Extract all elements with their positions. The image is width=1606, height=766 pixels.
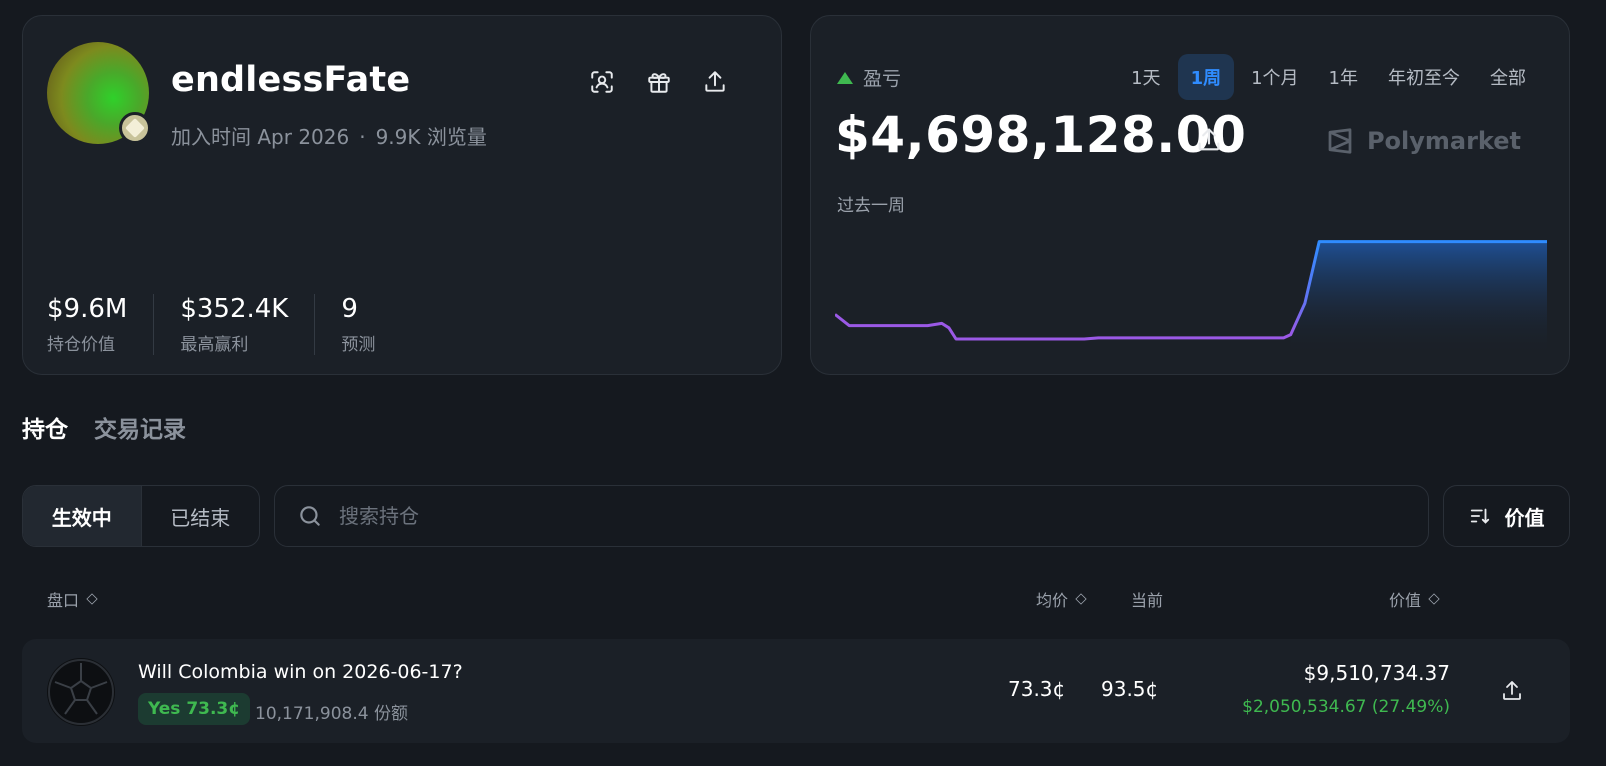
scan-icon[interactable] [586,66,618,98]
stat-value: 9 [341,294,358,324]
outcome-badge: Yes 73.3¢ [138,693,251,725]
profile-stats: $9.6M 持仓价值 $352.4K 最高赢利 9 预测 [47,294,427,355]
sort-chevron-icon [86,593,98,605]
username: endlessFate [171,60,411,100]
view-count: 9.9K 浏览量 [375,125,487,149]
range-all[interactable]: 全部 [1477,54,1539,100]
tab-positions[interactable]: 持仓 [22,410,68,444]
current-price: 93.5¢ [1101,677,1159,701]
range-1w[interactable]: 1周 [1177,54,1235,100]
header-current-label: 当前 [1131,591,1164,610]
pnl-share-icon[interactable] [1195,126,1223,154]
sort-icon [1470,508,1489,524]
profile-meta: 加入时间 Apr 2026 · 9.9K 浏览量 [171,125,487,149]
pnl-label: 盈亏 [837,64,901,91]
brand-name: Polymarket [1366,127,1521,155]
header-avg-label: 均价 [1036,591,1069,610]
sort-chevron-icon [1075,593,1087,605]
pnl-label-text: 盈亏 [863,68,902,90]
stat-label: 最高赢利 [180,335,249,355]
stat-positions-value: $9.6M 持仓价值 [47,294,155,355]
filter-closed-button[interactable]: 已结束 [142,486,260,546]
position-value: $9,510,734.37 [1303,661,1450,685]
sort-chevron-icon [1428,593,1440,605]
range-1y[interactable]: 1年 [1316,54,1371,100]
header-value-label: 价值 [1389,591,1422,610]
joined-date: 加入时间 Apr 2026 [171,125,350,149]
avg-price: 73.3¢ [1008,677,1066,701]
search-icon [300,506,320,526]
range-1m[interactable]: 1个月 [1238,54,1311,100]
position-pnl: $2,050,534.67 (27.49%) [1242,697,1450,717]
header-value[interactable]: 价值 [1389,587,1440,611]
soccer-ball-icon [47,658,115,726]
header-market-label: 盘口 [47,591,80,610]
stat-label: 预测 [341,335,376,355]
stat-predictions: 9 预测 [341,294,401,355]
trend-up-icon [837,71,853,84]
time-range-selector: 1天 1周 1个月 1年 年初至今 全部 [1118,54,1539,100]
verified-badge-icon [119,112,151,144]
pnl-card: 盈亏 1天 1周 1个月 1年 年初至今 全部 $4,698,128.00 Po… [810,15,1570,375]
market-title[interactable]: Will Colombia win on 2026-06-17? [138,661,463,683]
share-count: 10,171,908.4 份额 [255,704,408,724]
profile-card: endlessFate 加入时间 Apr 2026 · 9.9K 浏览量 $9.6M… [22,15,782,375]
pnl-value: $4,698,128.00 [835,106,1247,164]
stat-value: $9.6M [47,294,128,324]
gift-icon[interactable] [643,66,675,98]
range-ytd[interactable]: 年初至今 [1375,54,1473,100]
stat-value: $352.4K [180,294,289,324]
header-avg[interactable]: 均价 [1036,587,1087,611]
status-filter: 生效中 已结束 [22,485,260,547]
stat-label: 持仓价值 [47,335,115,355]
sort-button[interactable]: 价值 [1443,485,1570,547]
polymarket-logo: Polymarket [1325,126,1521,156]
search-input[interactable] [339,504,1239,528]
pnl-chart [835,240,1547,356]
chart-area-fill [1290,241,1547,356]
period-label: 过去一周 [837,196,905,216]
header-market[interactable]: 盘口 [47,587,98,611]
table-row[interactable]: Will Colombia win on 2026-06-17? Yes 73.… [22,639,1570,743]
tab-activity[interactable]: 交易记录 [94,410,186,444]
filter-active-button[interactable]: 生效中 [23,486,142,546]
search-box [274,485,1429,547]
header-current: 当前 [1131,587,1163,611]
share-icon[interactable] [699,66,731,98]
polymarket-icon [1328,128,1352,154]
range-1d[interactable]: 1天 [1118,54,1173,100]
content-tabs: 持仓 交易记录 [22,410,186,444]
row-share-icon[interactable] [1500,679,1524,703]
stat-biggest-win: $352.4K 最高赢利 [180,294,316,355]
sort-label: 价值 [1504,505,1545,530]
